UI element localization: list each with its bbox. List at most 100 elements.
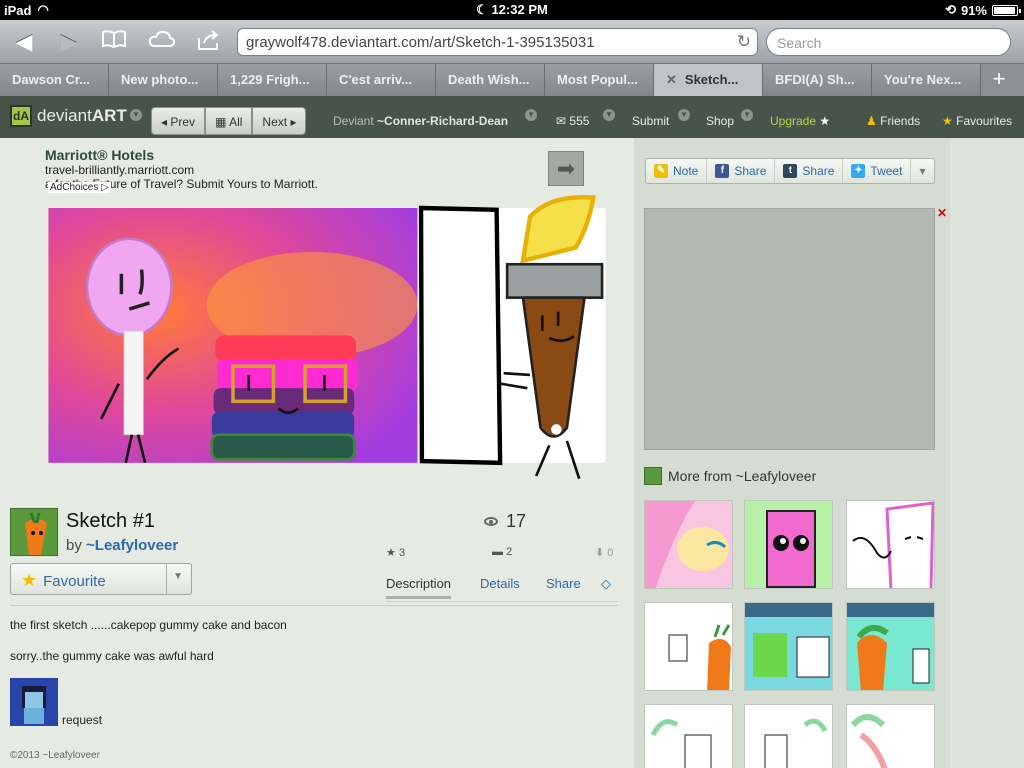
by-label: by — [66, 537, 82, 554]
prev-label: Prev — [170, 115, 196, 129]
messages-dropdown-icon[interactable]: ▼ — [603, 109, 615, 121]
submit-dropdown-icon[interactable]: ▼ — [678, 109, 690, 121]
address-bar[interactable]: graywolf478.deviantart.com/art/Sketch-1-… — [237, 28, 758, 56]
request-avatar[interactable] — [10, 678, 58, 726]
logo-text: deviant — [37, 106, 92, 125]
share-action-icon[interactable] — [195, 29, 223, 55]
browser-tab[interactable]: C'est arriv... — [327, 64, 436, 96]
favourite-button[interactable]: ★ Favourite ▼ — [10, 563, 192, 595]
prev-button[interactable]: ◂ Prev — [151, 107, 206, 135]
battery-percent: 91% — [960, 2, 987, 18]
search-input[interactable]: Search — [766, 28, 1011, 56]
author-link[interactable]: ~Leafyloveer — [86, 537, 178, 554]
gallery-thumbnail[interactable] — [644, 500, 733, 589]
tumblr-icon: t — [783, 164, 798, 178]
download-icon: ⬇ — [595, 547, 605, 559]
sidebar: ✎ Note f Share t Share ✦ Tweet ▾ ✕ More from… — [634, 138, 950, 768]
favs-count: 3 — [398, 547, 406, 559]
messages-link[interactable]: ✉ 555 — [556, 114, 589, 128]
tab-description[interactable]: Description — [386, 576, 452, 599]
adchoices-label[interactable]: AdChoices ▷ — [48, 182, 111, 193]
browser-tab[interactable]: Dawson Cr... — [0, 64, 109, 96]
all-button[interactable]: ▦ All — [205, 107, 253, 135]
ad-title[interactable]: Marriott® Hotels — [45, 147, 318, 163]
favs-stat: ★ 3 — [386, 546, 405, 559]
deviation-tabs: Description Details Share ◇ — [386, 576, 618, 602]
downloads-stat: ⬇ 0 — [595, 546, 613, 559]
ad-arrow-button[interactable]: ➡ — [548, 151, 584, 186]
sidebar-ad-placeholder[interactable] — [644, 208, 935, 450]
deviation-title: Sketch #1 — [66, 510, 155, 532]
deviant-menu[interactable]: Deviant ~Conner-Richard-Dean — [333, 114, 508, 128]
browser-tab[interactable]: New photo... — [109, 64, 218, 96]
gallery-thumbnail[interactable] — [744, 602, 833, 691]
star-icon: ★ — [942, 114, 953, 128]
upgrade-label: Upgrade — [770, 114, 817, 128]
close-tab-icon[interactable]: ✕ — [666, 72, 677, 87]
comments-stat[interactable]: ▬ 2 — [492, 546, 512, 558]
share-bar: ✎ Note f Share t Share ✦ Tweet ▾ — [645, 158, 935, 184]
gallery-thumbnail[interactable] — [846, 602, 935, 691]
browser-tab[interactable]: You're Nex... — [872, 64, 981, 96]
next-button[interactable]: Next ▸ — [252, 107, 307, 135]
adchoices-text: AdChoices — [50, 182, 99, 193]
favourites-link[interactable]: ★ Favourites — [942, 114, 1012, 128]
browser-tab[interactable]: Most Popul... — [545, 64, 654, 96]
facebook-share-label: Share — [734, 164, 767, 178]
eye-icon — [484, 517, 498, 526]
status-bar: iPad ◠ ☾ 12:32 PM ⟲ 91% — [0, 0, 1024, 20]
tab-more-icon[interactable]: ◇ — [601, 576, 611, 592]
tab-share[interactable]: Share — [546, 576, 581, 591]
lock-rotation-icon: ⟲ — [945, 2, 956, 17]
note-button[interactable]: ✎ Note — [646, 159, 708, 183]
submit-link[interactable]: Submit — [632, 114, 669, 128]
gallery-thumbnail[interactable] — [744, 704, 833, 768]
ad-url[interactable]: travel-brilliantly.marriott.com — [45, 163, 318, 177]
browser-toolbar: ◀ ▶ graywolf478.deviantart.com/art/Sketc… — [0, 20, 1024, 64]
share-more-dropdown-icon[interactable]: ▾ — [911, 159, 933, 183]
new-tab-button[interactable]: + — [981, 64, 1017, 96]
shop-dropdown-icon[interactable]: ▼ — [741, 109, 753, 121]
tweet-button[interactable]: ✦ Tweet — [843, 159, 912, 183]
author-mini-avatar[interactable] — [644, 467, 662, 485]
deviant-username: ~Conner-Richard-Dean — [377, 114, 509, 128]
gallery-thumbnail[interactable] — [644, 602, 733, 691]
page-content: Marriott® Hotels travel-brilliantly.marr… — [0, 138, 1024, 768]
page-margin — [950, 138, 1024, 768]
gallery-thumbnail[interactable] — [846, 704, 935, 768]
browser-tab-active[interactable]: ✕ Sketch... — [654, 64, 763, 96]
tweet-label: Tweet — [870, 164, 903, 178]
gallery-thumbnail[interactable] — [846, 500, 935, 589]
browser-tab[interactable]: Death Wish... — [436, 64, 545, 96]
icloud-icon[interactable] — [148, 29, 176, 55]
tab-details[interactable]: Details — [480, 576, 520, 591]
more-from-label[interactable]: More from ~Leafyloveer — [668, 468, 816, 484]
ad-banner[interactable]: Marriott® Hotels travel-brilliantly.marr… — [45, 147, 318, 193]
browser-tab[interactable]: 1,229 Frigh... — [218, 64, 327, 96]
views-value: 17 — [506, 511, 527, 531]
forward-icon[interactable]: ▶ — [55, 29, 83, 55]
gallery-thumbnail[interactable] — [744, 500, 833, 589]
facebook-share-button[interactable]: f Share — [707, 159, 776, 183]
grid-icon: ▦ — [215, 115, 227, 129]
author-avatar[interactable] — [10, 508, 58, 556]
browser-tab[interactable]: BFDI(A) Sh... — [763, 64, 872, 96]
back-icon[interactable]: ◀ — [10, 29, 38, 55]
gallery-thumbnail[interactable] — [644, 704, 733, 768]
prev-arrow-icon: ◂ — [161, 115, 168, 129]
envelope-icon: ✉ — [556, 114, 567, 128]
close-ad-icon[interactable]: ✕ — [937, 206, 947, 220]
deviant-dropdown-icon[interactable]: ▼ — [525, 109, 537, 121]
logo-text-bold: ART — [91, 106, 127, 125]
friends-link[interactable]: ♟ Friends — [866, 114, 920, 128]
favourite-dropdown-icon[interactable]: ▼ — [173, 571, 183, 582]
friends-label: Friends — [880, 114, 921, 128]
bookmarks-icon[interactable] — [100, 29, 128, 55]
reload-icon[interactable]: ↻ — [737, 32, 751, 52]
logo-dropdown-icon[interactable]: ▼ — [130, 109, 142, 121]
next-label: Next — [262, 115, 288, 129]
deviantart-logo[interactable]: dA deviantART — [10, 105, 127, 127]
shop-link[interactable]: Shop — [706, 114, 734, 128]
tumblr-share-button[interactable]: t Share — [775, 159, 844, 183]
upgrade-link[interactable]: Upgrade ★ — [770, 114, 830, 128]
